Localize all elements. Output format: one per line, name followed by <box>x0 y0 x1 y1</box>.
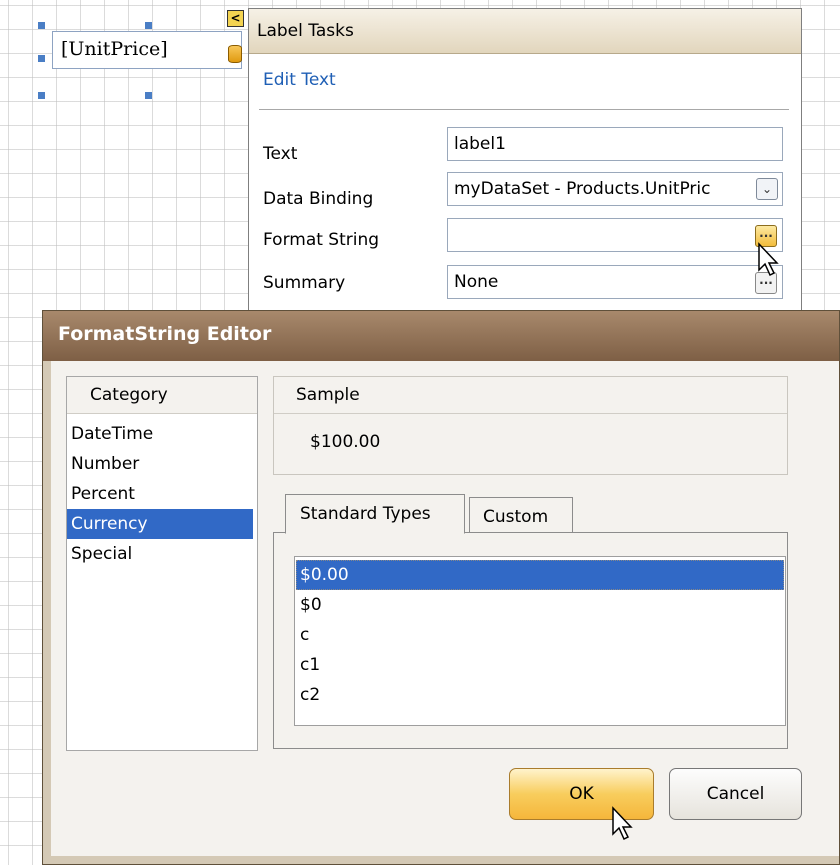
category-list[interactable]: Category DateTime Number Percent Currenc… <box>66 376 258 751</box>
category-item-datetime[interactable]: DateTime <box>67 419 253 449</box>
dialog-title: FormatString Editor <box>58 323 272 345</box>
label-field-text: [UnitPrice] <box>61 38 168 60</box>
format-type-item[interactable]: $0.00 <box>296 560 784 590</box>
summary-value: None <box>454 272 499 292</box>
data-binding-dropdown[interactable]: myDataSet - Products.UnitPric ⌄ <box>447 172 783 206</box>
edit-text-link[interactable]: Edit Text <box>263 70 336 90</box>
format-type-item[interactable]: $0 <box>296 590 784 620</box>
resize-handle-top-left[interactable] <box>38 22 45 29</box>
category-header: Category <box>67 377 257 414</box>
resize-handle-left[interactable] <box>38 55 45 62</box>
data-binding-row-label: Data Binding <box>263 189 374 209</box>
mouse-cursor-icon <box>612 806 633 841</box>
text-field-value: label1 <box>454 134 506 154</box>
category-item-percent[interactable]: Percent <box>67 479 253 509</box>
dialog-body: Category DateTime Number Percent Currenc… <box>51 361 839 856</box>
dialog-title-bar[interactable]: FormatString Editor <box>43 311 839 361</box>
format-type-item[interactable]: c2 <box>296 680 784 710</box>
smart-tag-button[interactable]: < <box>227 10 244 27</box>
divider <box>259 109 789 110</box>
format-types-list[interactable]: $0.00 $0 c c1 c2 <box>294 556 786 726</box>
label-tasks-panel: Label Tasks Edit Text Text label1 Data B… <box>248 8 802 330</box>
tab-standard-types[interactable]: Standard Types <box>285 494 465 534</box>
resize-handle-bottom[interactable] <box>145 92 152 99</box>
category-header-label: Category <box>90 385 168 405</box>
report-label-control[interactable]: [UnitPrice] <box>52 31 242 69</box>
category-item-number[interactable]: Number <box>67 449 253 479</box>
format-type-item[interactable]: c1 <box>296 650 784 680</box>
category-item-currency[interactable]: Currency <box>67 509 253 539</box>
resize-handle-top[interactable] <box>145 22 152 29</box>
format-type-item[interactable]: c <box>296 620 784 650</box>
tab-custom-label: Custom <box>483 507 549 527</box>
sample-panel: Sample $100.00 <box>273 376 788 475</box>
sample-header-label: Sample <box>296 385 360 405</box>
label-tasks-header: Label Tasks <box>249 9 801 54</box>
summary-field[interactable]: None ... <box>447 265 783 299</box>
formatstring-editor-dialog: FormatString Editor Category DateTime Nu… <box>42 310 840 865</box>
tab-custom[interactable]: Custom <box>469 497 573 535</box>
chevron-down-icon[interactable]: ⌄ <box>756 178 778 200</box>
database-icon <box>228 45 242 63</box>
text-field[interactable]: label1 <box>447 127 783 161</box>
sample-header: Sample <box>274 377 787 414</box>
sample-value: $100.00 <box>310 432 381 452</box>
standard-types-page: $0.00 $0 c c1 c2 <box>273 532 788 749</box>
label-tasks-title: Label Tasks <box>257 21 354 41</box>
mouse-cursor-icon <box>758 242 779 277</box>
format-string-row-label: Format String <box>263 230 380 250</box>
tab-standard-types-label: Standard Types <box>300 504 431 524</box>
data-binding-value: myDataSet - Products.UnitPric <box>454 179 711 199</box>
resize-handle-bottom-left[interactable] <box>38 92 45 99</box>
summary-row-label: Summary <box>263 273 346 293</box>
category-item-special[interactable]: Special <box>67 539 253 569</box>
format-string-field[interactable]: ... <box>447 218 783 252</box>
text-row-label: Text <box>263 144 298 164</box>
cancel-button[interactable]: Cancel <box>669 768 802 820</box>
